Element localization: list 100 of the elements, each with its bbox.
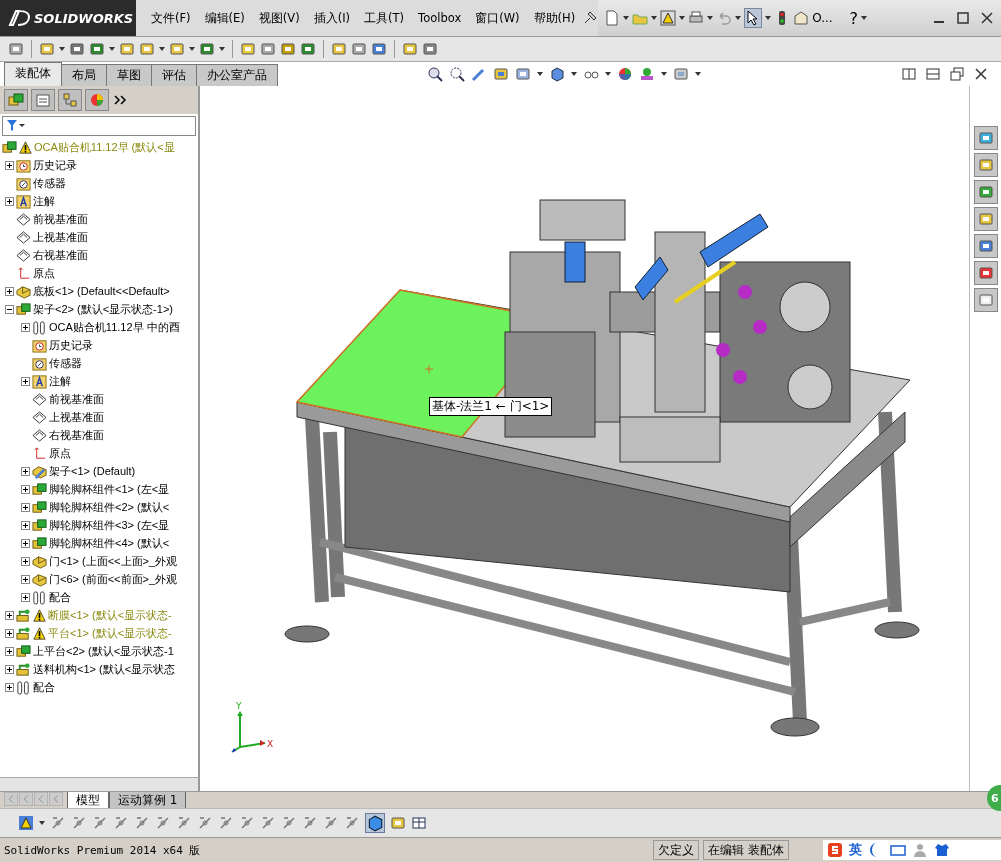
expand-toggle-icon[interactable] xyxy=(5,196,14,206)
expand-toggle-icon[interactable] xyxy=(5,610,14,620)
tree-item[interactable]: 底板<1> (Default<<Default> xyxy=(33,283,170,299)
tree-item[interactable]: 脚轮脚杯组件<3> (左<显 xyxy=(49,517,170,533)
tree-item[interactable]: 传感器 xyxy=(49,355,82,371)
edit-appearance-icon[interactable] xyxy=(617,66,633,82)
tile-horizontal-icon[interactable] xyxy=(901,66,917,82)
caret-icon[interactable] xyxy=(219,47,225,51)
command-tab[interactable]: 布局 xyxy=(61,64,107,86)
select-button[interactable] xyxy=(744,8,763,28)
caret-icon[interactable] xyxy=(765,16,772,20)
expand-toggle-icon[interactable] xyxy=(5,160,14,170)
tree-item[interactable]: 上视基准面 xyxy=(49,409,104,425)
caret-icon[interactable] xyxy=(695,72,701,76)
tree-item[interactable]: 门<1> (上面<<上面>_外观 xyxy=(49,553,178,569)
expand-toggle-icon[interactable] xyxy=(5,628,14,638)
expand-toggle-icon[interactable] xyxy=(21,556,30,566)
expand-toggle-icon[interactable] xyxy=(21,376,30,386)
help-button[interactable]: ? xyxy=(849,8,859,28)
expand-toggle-icon[interactable] xyxy=(21,484,30,494)
tree-item[interactable]: 脚轮脚杯组件<1> (左<显 xyxy=(49,481,170,497)
tree-item[interactable]: 上平台<2> (默认<显示状态-1 xyxy=(33,643,174,659)
expand-toggle-icon[interactable] xyxy=(5,664,14,674)
horizontal-scrollbar[interactable] xyxy=(0,777,198,791)
expand-toggle-icon[interactable] xyxy=(21,322,30,332)
restore-icon[interactable] xyxy=(955,10,971,26)
ime-mode[interactable]: 英 xyxy=(849,841,862,859)
tree-item[interactable]: 历史记录 xyxy=(49,337,93,353)
options-icon[interactable] xyxy=(793,10,810,26)
caret-icon[interactable] xyxy=(59,47,65,51)
tree-item[interactable]: 送料机构<1> (默认<显示状态 xyxy=(33,661,176,677)
tree-item[interactable]: 原点 xyxy=(49,445,71,461)
expand-toggle-icon[interactable] xyxy=(21,592,30,602)
expand-toggle-icon[interactable] xyxy=(5,646,14,656)
tree-item[interactable]: 右视基准面 xyxy=(33,247,88,263)
menu-item[interactable]: 帮助(H) xyxy=(526,10,583,26)
expand-toggle-icon[interactable] xyxy=(5,286,14,296)
zoom-to-fit-icon[interactable] xyxy=(427,66,443,82)
caret-icon[interactable] xyxy=(109,47,115,51)
command-tab[interactable]: 办公室产品 xyxy=(196,64,278,86)
tree-item[interactable]: 断膜<1> (默认<显示状态- xyxy=(48,607,172,623)
expand-toggle-icon[interactable] xyxy=(21,520,30,530)
tree-item[interactable]: 传感器 xyxy=(33,175,66,191)
menu-item[interactable]: 视图(V) xyxy=(251,10,307,26)
tree-item[interactable]: 平台<1> (默认<显示状态- xyxy=(48,625,172,641)
caret-icon[interactable] xyxy=(679,16,686,20)
caret-icon[interactable] xyxy=(537,72,543,76)
tree-item[interactable]: OCA贴合机11.12早 (默认<显 xyxy=(34,139,175,155)
menu-item[interactable]: Toolbox xyxy=(411,11,469,25)
command-tab[interactable]: 装配体 xyxy=(4,62,62,86)
tree-item[interactable]: OCA贴合机11.12早 中的酉 xyxy=(49,319,180,335)
command-tab[interactable]: 评估 xyxy=(151,64,197,86)
rebuild-warning-icon[interactable] xyxy=(660,10,677,26)
filter-icon[interactable] xyxy=(7,120,25,132)
tree-item[interactable]: 历史记录 xyxy=(33,157,77,173)
menu-item[interactable]: 工具(T) xyxy=(357,10,412,26)
tree-item[interactable]: 脚轮脚杯组件<2> (默认< xyxy=(49,499,170,515)
restore-icon[interactable] xyxy=(949,66,965,82)
table-icon[interactable] xyxy=(411,815,427,831)
menu-item[interactable]: 插入(I) xyxy=(306,10,358,26)
caret-icon[interactable] xyxy=(159,47,165,51)
quick-access-overflow[interactable]: O... xyxy=(812,11,833,25)
pin-icon[interactable] xyxy=(582,10,599,26)
tree-item[interactable]: 配合 xyxy=(49,589,71,605)
expand-toggle-icon[interactable] xyxy=(21,538,30,548)
shaded-cube-button[interactable] xyxy=(365,813,385,833)
expand-toggle-icon[interactable] xyxy=(21,502,30,512)
tree-item[interactable]: 前视基准面 xyxy=(33,211,88,227)
caret-icon[interactable] xyxy=(735,16,742,20)
tree-item[interactable]: 架子<1> (Default) xyxy=(49,463,136,479)
caret-icon[interactable] xyxy=(623,16,630,20)
tree-item[interactable]: 右视基准面 xyxy=(49,427,104,443)
filter-field[interactable] xyxy=(2,116,196,136)
tree-item[interactable]: 脚轮脚杯组件<4> (默认< xyxy=(49,535,170,551)
close-icon[interactable] xyxy=(973,66,989,82)
caret-icon[interactable] xyxy=(189,47,195,51)
menu-item[interactable]: 窗口(W) xyxy=(468,10,527,26)
caret-icon[interactable] xyxy=(707,16,714,20)
ime-logo-icon[interactable] xyxy=(827,842,843,858)
command-tab[interactable]: 草图 xyxy=(106,64,152,86)
tree-item[interactable]: 上视基准面 xyxy=(33,229,88,245)
print-icon[interactable] xyxy=(688,10,705,26)
close-icon[interactable] xyxy=(979,10,995,26)
tree-item[interactable]: 注解 xyxy=(33,193,55,209)
expand-toggle-icon[interactable] xyxy=(5,304,14,314)
menu-item[interactable]: 编辑(E) xyxy=(197,10,252,26)
previous-view-icon[interactable] xyxy=(471,66,487,82)
menu-item[interactable]: 文件(F) xyxy=(144,10,198,26)
caret-icon[interactable] xyxy=(651,16,658,20)
tree-item[interactable]: 注解 xyxy=(49,373,71,389)
tree-item[interactable]: 门<6> (前面<<前面>_外观 xyxy=(49,571,178,587)
shirt-icon[interactable] xyxy=(934,842,950,858)
caret-icon[interactable] xyxy=(39,821,45,825)
apply-scene-icon[interactable] xyxy=(639,66,655,82)
expand-toggle-icon[interactable] xyxy=(5,682,14,692)
tree-item[interactable]: 配合 xyxy=(33,679,55,695)
zoom-to-area-icon[interactable] xyxy=(449,66,465,82)
keyboard-icon[interactable] xyxy=(890,842,906,858)
tree-item[interactable]: 原点 xyxy=(33,265,55,281)
display-style-icon[interactable] xyxy=(549,66,565,82)
